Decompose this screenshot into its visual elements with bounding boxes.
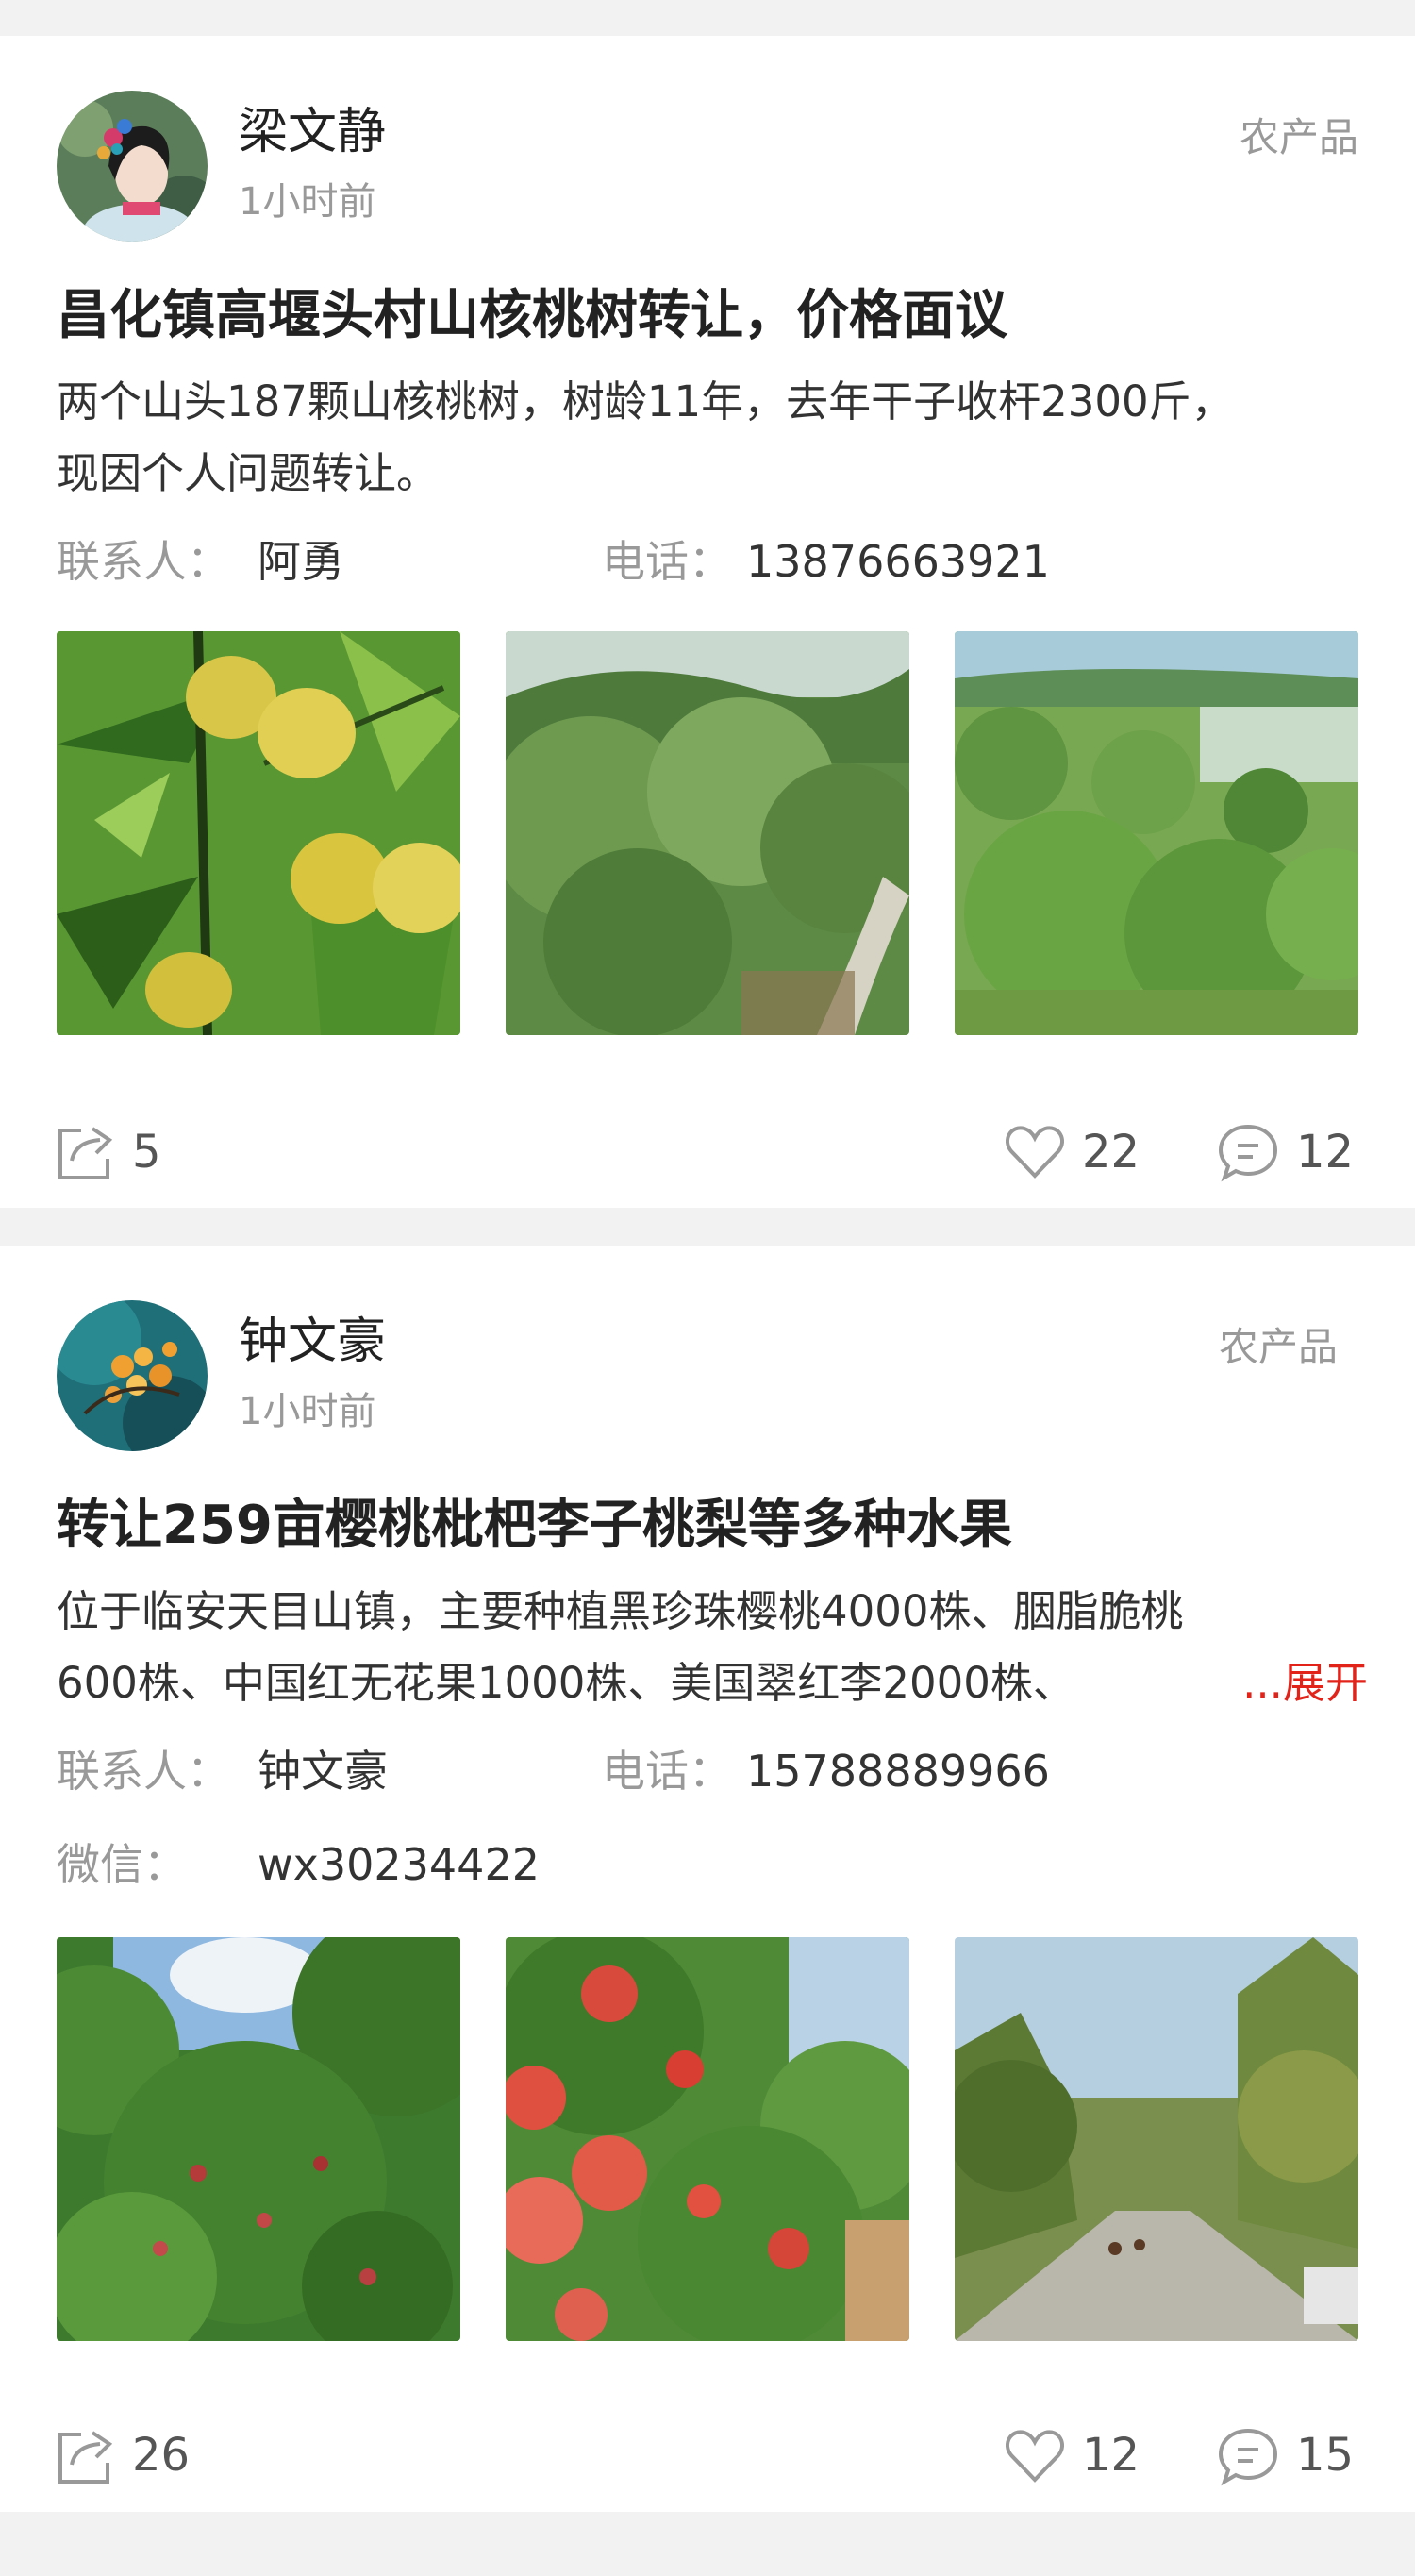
description-line: 两个山头187颗山核桃树，树龄11年，去年干子收杆2300斤， <box>57 376 1234 427</box>
wechat-label: 微信： <box>57 1839 187 1890</box>
post-photo-orchard-path[interactable] <box>506 631 909 1035</box>
phone-label: 电话： <box>602 536 732 587</box>
like-count: 22 <box>1082 1126 1140 1179</box>
phone-label: 电话： <box>602 1746 732 1797</box>
heart-icon[interactable] <box>1004 2425 1066 2487</box>
comment-icon[interactable] <box>1217 1121 1279 1183</box>
description-line: 600株、中国红无花果1000株、美国翠红李2000株、 <box>57 1658 1075 1708</box>
share-count: 26 <box>132 2429 191 2482</box>
post-time: 1小时前 <box>239 180 376 224</box>
like-count: 12 <box>1082 2429 1140 2482</box>
author-name[interactable]: 钟文豪 <box>239 1312 386 1372</box>
post-description[interactable]: 两个山头187颗山核桃树，树龄11年，去年干子收杆2300斤， 现因个人问题转让… <box>57 366 1368 510</box>
post-card[interactable]: 钟文豪 1小时前 农产品 转让259亩樱桃枇杷李子桃梨等多种水果 位于临安天目山… <box>0 1246 1415 2512</box>
comment-icon[interactable] <box>1217 2425 1279 2487</box>
post-photo-hillside-orchard[interactable] <box>955 631 1358 1035</box>
post-card[interactable]: 梁文静 1小时前 农产品 昌化镇高堰头村山核桃树转让，价格面议 两个山头187颗… <box>0 36 1415 1208</box>
post-title[interactable]: 转让259亩樱桃枇杷李子桃梨等多种水果 <box>57 1491 1358 1561</box>
post-description[interactable]: 位于临安天目山镇，主要种植黑珍珠樱桃4000株、胭脂脆桃 600株、中国红无花果… <box>57 1576 1368 1719</box>
post-photo-apples[interactable] <box>506 1937 909 2341</box>
avatar[interactable] <box>57 1300 208 1451</box>
phone-number[interactable]: 15788889966 <box>746 1744 1050 1798</box>
description-line: 现因个人问题转让。 <box>57 448 440 498</box>
description-line: 位于临安天目山镇，主要种植黑珍珠樱桃4000株、胭脂脆桃 <box>57 1586 1184 1636</box>
contact-label: 联系人： <box>57 536 230 587</box>
category-tag: 农产品 <box>1239 114 1358 160</box>
contact-label: 联系人： <box>57 1746 230 1797</box>
share-icon[interactable] <box>55 1121 117 1183</box>
comment-count: 12 <box>1296 1126 1355 1179</box>
contact-name: 钟文豪 <box>258 1746 388 1797</box>
wechat-id[interactable]: wx30234422 <box>258 1837 540 1892</box>
post-photo-peach-tree[interactable] <box>57 1937 460 2341</box>
post-photo-farm-road[interactable] <box>955 1937 1358 2341</box>
share-count: 5 <box>132 1126 161 1179</box>
heart-icon[interactable] <box>1004 1121 1066 1183</box>
phone-number[interactable]: 13876663921 <box>746 534 1050 589</box>
author-name[interactable]: 梁文静 <box>239 102 386 162</box>
post-photo-walnut-fruits[interactable] <box>57 631 460 1035</box>
category-tag: 农产品 <box>1218 1324 1338 1370</box>
contact-name: 阿勇 <box>258 536 344 587</box>
post-time: 1小时前 <box>239 1390 376 1433</box>
avatar[interactable] <box>57 91 208 242</box>
comment-count: 15 <box>1296 2429 1355 2482</box>
post-title[interactable]: 昌化镇高堰头村山核桃树转让，价格面议 <box>57 281 1358 351</box>
expand-button[interactable]: ...展开 <box>1229 1648 1368 1719</box>
share-icon[interactable] <box>55 2425 117 2487</box>
